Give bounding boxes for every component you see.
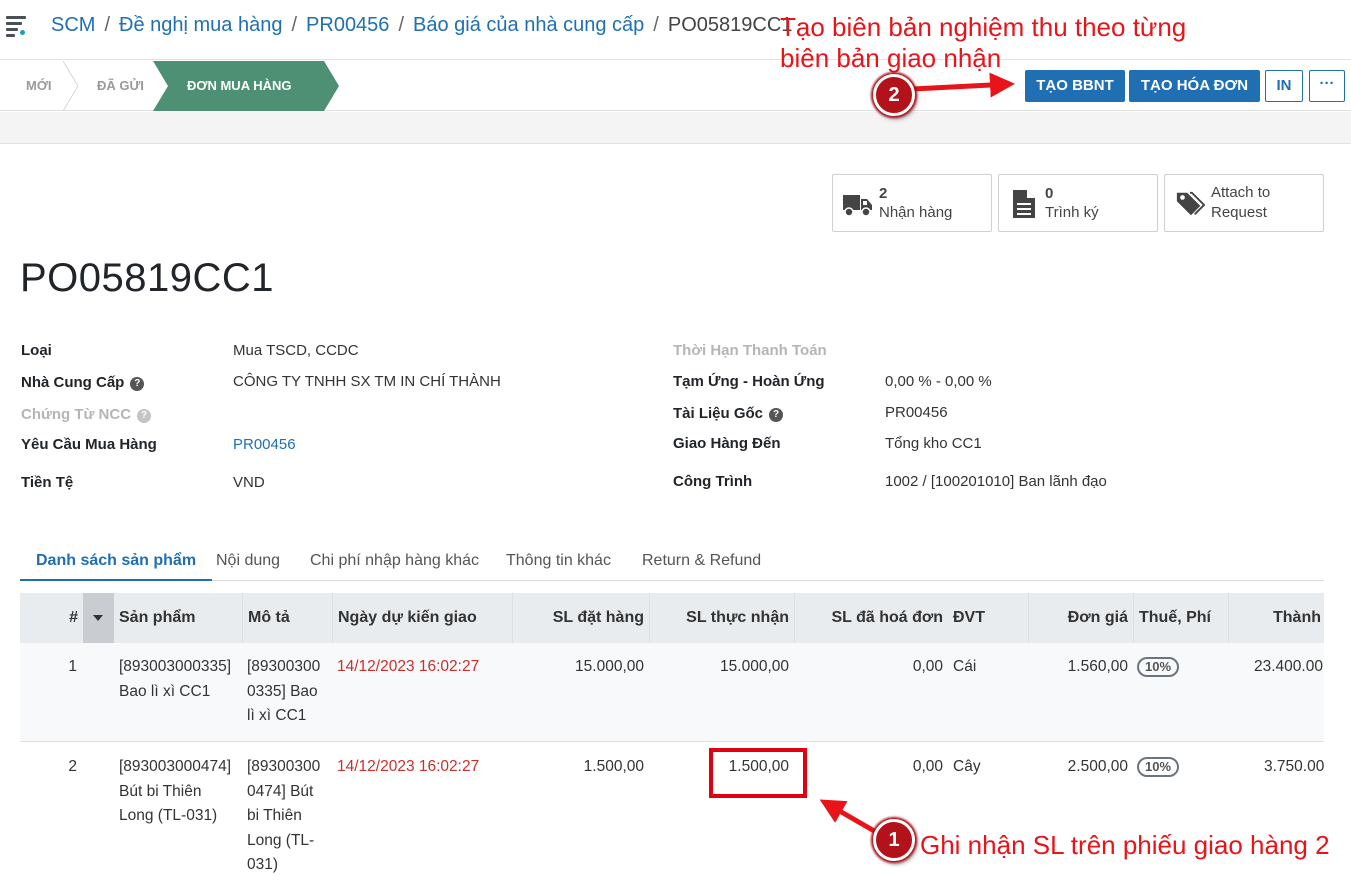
annotation-badge-bottom: 1 [873,819,915,861]
annotation-arrows [819,72,1015,835]
annotation-badge-top: 2 [873,74,915,116]
